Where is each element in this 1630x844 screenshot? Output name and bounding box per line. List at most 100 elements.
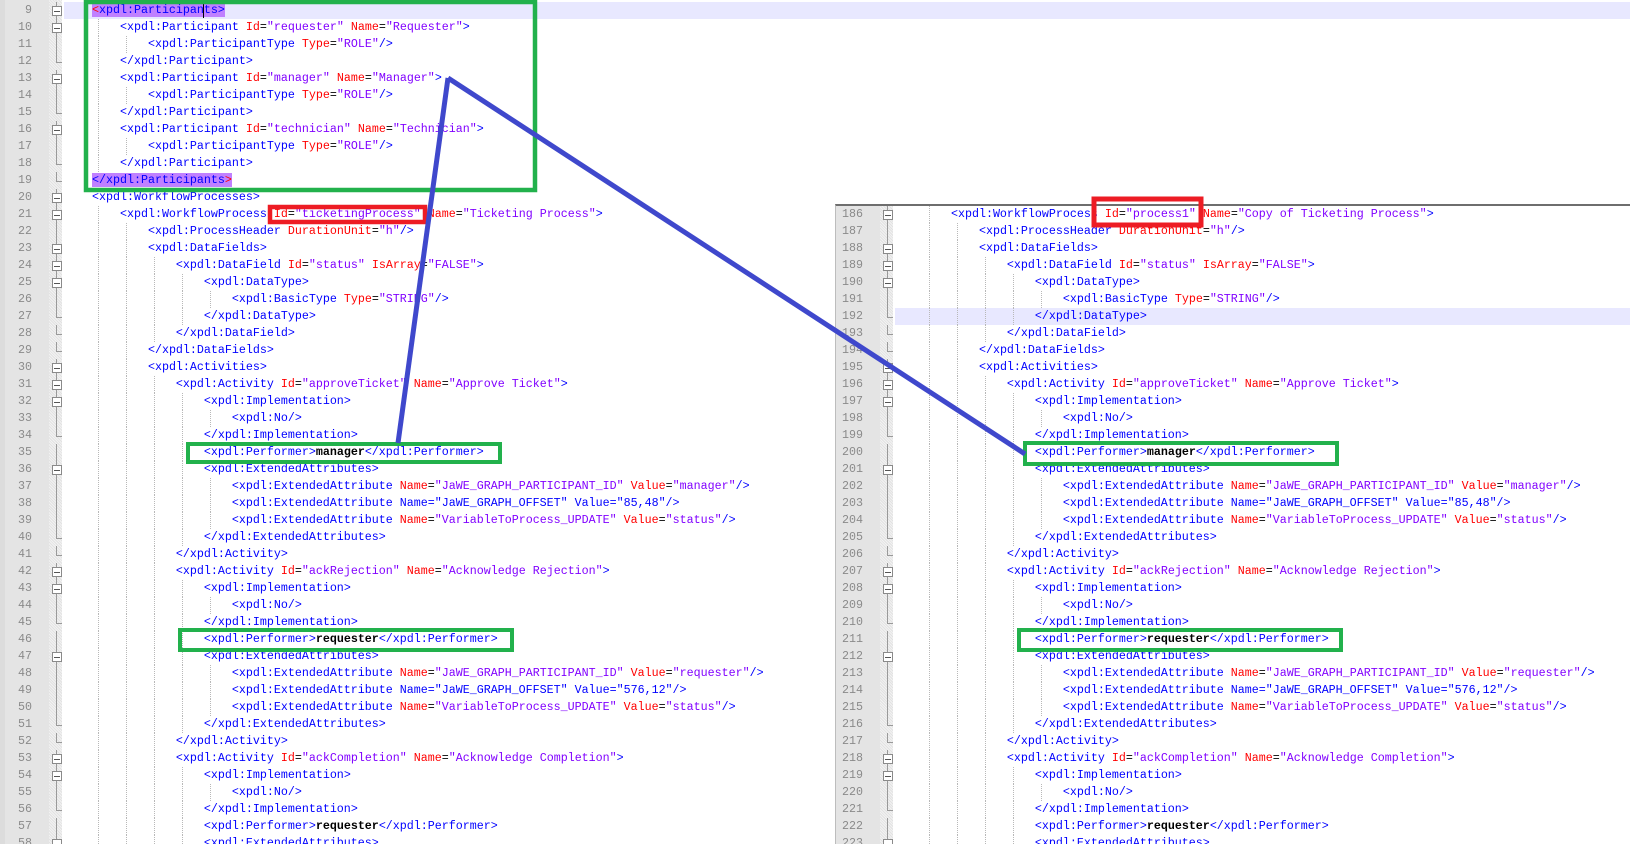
code-text[interactable]: </xpdl:Implementation>	[895, 801, 1189, 818]
code-line[interactable]: 11 <xpdl:ParticipantType Type="ROLE"/>	[5, 35, 1630, 53]
code-text[interactable]: </xpdl:Activity>	[895, 733, 1119, 750]
code-line[interactable]: 186 <xpdl:WorkflowProcess Id="process1" …	[836, 206, 1630, 223]
code-text[interactable]: <xpdl:No/>	[895, 597, 1133, 614]
code-line[interactable]: 205 </xpdl:ExtendedAttributes>	[836, 528, 1630, 546]
code-line[interactable]: 214 <xpdl:ExtendedAttribute Name="JaWE_G…	[836, 681, 1630, 699]
code-line[interactable]: 12 </xpdl:Participant>	[5, 52, 1630, 70]
code-text[interactable]: </xpdl:Activity>	[64, 733, 288, 750]
code-text[interactable]: <xpdl:Activities>	[64, 359, 267, 376]
fold-toggle-icon[interactable]	[52, 243, 62, 254]
fold-toggle-icon[interactable]	[883, 277, 893, 288]
fold-toggle-icon[interactable]	[52, 124, 62, 135]
code-text[interactable]: </xpdl:Activity>	[895, 546, 1119, 563]
code-text[interactable]: <xpdl:ExtendedAttribute Name="JaWE_GRAPH…	[64, 682, 687, 699]
fold-toggle-icon[interactable]	[52, 260, 62, 271]
code-line[interactable]: 213 <xpdl:ExtendedAttribute Name="JaWE_G…	[836, 664, 1630, 682]
code-text[interactable]: <xpdl:ProcessHeader DurationUnit="h"/>	[895, 223, 1245, 240]
code-text[interactable]: <xpdl:Implementation>	[64, 767, 351, 784]
code-line[interactable]: 216 </xpdl:ExtendedAttributes>	[836, 715, 1630, 733]
code-text[interactable]: <xpdl:Performer>requester</xpdl:Performe…	[895, 818, 1329, 835]
fold-toggle-icon[interactable]	[883, 362, 893, 373]
fold-toggle-icon[interactable]	[52, 379, 62, 390]
fold-toggle-icon[interactable]	[52, 22, 62, 33]
code-line[interactable]: 202 <xpdl:ExtendedAttribute Name="JaWE_G…	[836, 477, 1630, 495]
code-text[interactable]: <xpdl:Implementation>	[895, 393, 1182, 410]
code-line[interactable]: 215 <xpdl:ExtendedAttribute Name="Variab…	[836, 698, 1630, 716]
code-text[interactable]: <xpdl:Implementation>	[895, 767, 1182, 784]
code-text[interactable]: <xpdl:Activities>	[895, 359, 1098, 376]
code-text[interactable]: <xpdl:ExtendedAttribute Name="JaWE_GRAPH…	[64, 495, 680, 512]
code-text[interactable]: <xpdl:ExtendedAttribute Name="VariableTo…	[64, 699, 736, 716]
code-line[interactable]: 19 </xpdl:Participants>	[5, 171, 1630, 189]
code-line[interactable]: 188 <xpdl:DataFields>	[836, 239, 1630, 257]
fold-toggle-icon[interactable]	[52, 192, 62, 203]
fold-toggle-icon[interactable]	[52, 464, 62, 475]
code-text[interactable]: <xpdl:ExtendedAttributes>	[895, 648, 1210, 665]
code-text[interactable]: </xpdl:Implementation>	[64, 614, 358, 631]
code-text[interactable]: </xpdl:ExtendedAttributes>	[895, 529, 1217, 546]
code-text[interactable]: <xpdl:DataFields>	[64, 240, 267, 257]
code-text[interactable]: <xpdl:ExtendedAttribute Name="JaWE_GRAPH…	[895, 478, 1581, 495]
fold-toggle-icon[interactable]	[52, 583, 62, 594]
code-text[interactable]: <xpdl:Performer>manager</xpdl:Performer>	[895, 444, 1315, 461]
code-line[interactable]: 200 <xpdl:Performer>manager</xpdl:Perfor…	[836, 443, 1630, 461]
code-text[interactable]: <xpdl:BasicType Type="STRING"/>	[895, 291, 1280, 308]
fold-toggle-icon[interactable]	[52, 277, 62, 288]
code-line[interactable]: 16 <xpdl:Participant Id="technician" Nam…	[5, 120, 1630, 138]
code-line[interactable]: 217 </xpdl:Activity>	[836, 732, 1630, 750]
code-text[interactable]: </xpdl:Participant>	[64, 53, 253, 70]
code-text[interactable]: <xpdl:ParticipantType Type="ROLE"/>	[64, 87, 393, 104]
code-text[interactable]: </xpdl:Participants>	[64, 172, 232, 189]
code-text[interactable]: <xpdl:DataField Id="status" IsArray="FAL…	[895, 257, 1315, 274]
code-text[interactable]: </xpdl:Implementation>	[64, 427, 358, 444]
code-text[interactable]: <xpdl:ExtendedAttributes>	[895, 461, 1210, 478]
code-line[interactable]: 212 <xpdl:ExtendedAttributes>	[836, 647, 1630, 665]
code-line[interactable]: 193 </xpdl:DataField>	[836, 324, 1630, 342]
code-text[interactable]: <xpdl:ParticipantType Type="ROLE"/>	[64, 36, 393, 53]
fold-toggle-icon[interactable]	[883, 243, 893, 254]
fold-toggle-icon[interactable]	[52, 753, 62, 764]
code-text[interactable]: <xpdl:No/>	[64, 597, 302, 614]
code-line[interactable]: 220 <xpdl:No/>	[836, 783, 1630, 801]
code-text[interactable]: </xpdl:Activity>	[64, 546, 288, 563]
code-text[interactable]: <xpdl:ExtendedAttributes>	[64, 835, 379, 844]
code-text[interactable]: <xpdl:DataField Id="status" IsArray="FAL…	[64, 257, 484, 274]
code-line[interactable]: 18 </xpdl:Participant>	[5, 154, 1630, 172]
code-text[interactable]: <xpdl:No/>	[895, 784, 1133, 801]
fold-toggle-icon[interactable]	[52, 5, 62, 16]
code-text[interactable]: <xpdl:No/>	[64, 784, 302, 801]
code-text[interactable]: <xpdl:Activity Id="approveTicket" Name="…	[895, 376, 1399, 393]
code-line[interactable]: 197 <xpdl:Implementation>	[836, 392, 1630, 410]
code-text[interactable]: <xpdl:ParticipantType Type="ROLE"/>	[64, 138, 393, 155]
code-text[interactable]: <xpdl:ExtendedAttribute Name="VariableTo…	[895, 699, 1567, 716]
fold-toggle-icon[interactable]	[52, 651, 62, 662]
code-text[interactable]: <xpdl:Implementation>	[64, 393, 351, 410]
code-text[interactable]: </xpdl:Participant>	[64, 104, 253, 121]
code-line[interactable]: 190 <xpdl:DataType>	[836, 273, 1630, 291]
code-text[interactable]: <xpdl:Performer>manager</xpdl:Performer>	[64, 444, 484, 461]
code-text[interactable]: <xpdl:No/>	[895, 410, 1133, 427]
fold-toggle-icon[interactable]	[883, 770, 893, 781]
code-line[interactable]: 194 </xpdl:DataFields>	[836, 341, 1630, 359]
fold-toggle-icon[interactable]	[883, 838, 893, 844]
fold-toggle-icon[interactable]	[52, 73, 62, 84]
code-text[interactable]: <xpdl:Activity Id="approveTicket" Name="…	[64, 376, 568, 393]
fold-toggle-icon[interactable]	[52, 566, 62, 577]
code-text[interactable]: <xpdl:ExtendedAttribute Name="JaWE_GRAPH…	[64, 478, 750, 495]
code-text[interactable]: <xpdl:DataType>	[64, 274, 309, 291]
code-line[interactable]: 203 <xpdl:ExtendedAttribute Name="JaWE_G…	[836, 494, 1630, 512]
code-line[interactable]: 201 <xpdl:ExtendedAttributes>	[836, 460, 1630, 478]
code-text[interactable]: <xpdl:ExtendedAttribute Name="JaWE_GRAPH…	[895, 665, 1595, 682]
code-text[interactable]: <xpdl:ExtendedAttributes>	[64, 461, 379, 478]
fold-toggle-icon[interactable]	[883, 379, 893, 390]
code-line[interactable]: 13 <xpdl:Participant Id="manager" Name="…	[5, 69, 1630, 87]
code-text[interactable]: <xpdl:ExtendedAttribute Name="JaWE_GRAPH…	[895, 682, 1518, 699]
code-text[interactable]: <xpdl:Activity Id="ackCompletion" Name="…	[64, 750, 624, 767]
code-text[interactable]: <xpdl:WorkflowProcesses>	[64, 189, 260, 206]
code-line[interactable]: 191 <xpdl:BasicType Type="STRING"/>	[836, 290, 1630, 308]
code-text[interactable]: <xpdl:No/>	[64, 410, 302, 427]
code-text[interactable]: </xpdl:DataType>	[895, 308, 1147, 325]
code-text[interactable]: <xpdl:Implementation>	[64, 580, 351, 597]
code-text[interactable]: <xpdl:ExtendedAttribute Name="VariableTo…	[895, 512, 1567, 529]
code-line[interactable]: 198 <xpdl:No/>	[836, 409, 1630, 427]
